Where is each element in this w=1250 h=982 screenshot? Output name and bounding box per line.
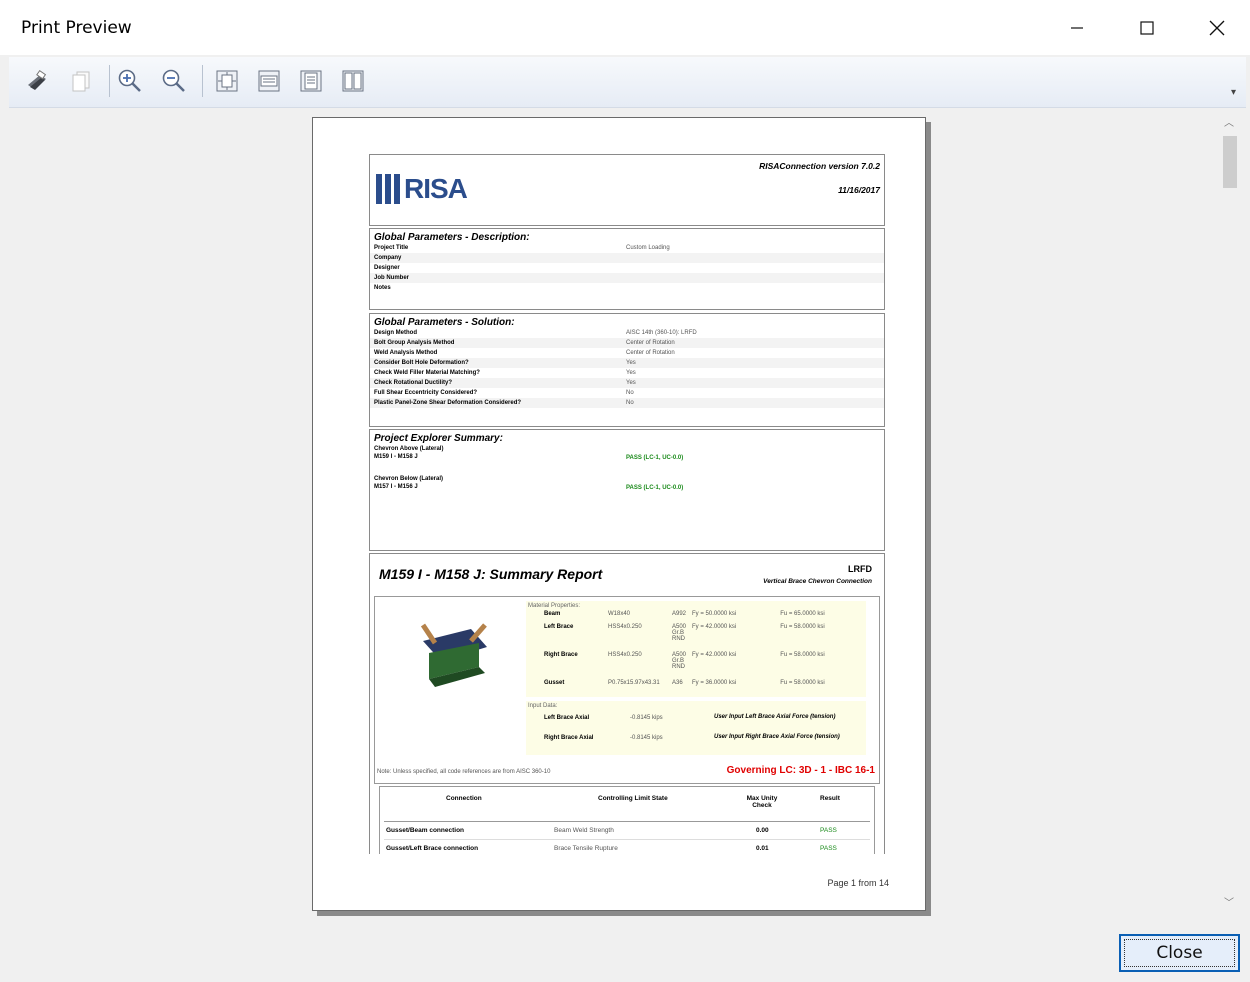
page-number: Page 1 from 14 [827, 878, 889, 888]
description-rows: Project Title Custom Loading Company Desi… [370, 243, 884, 293]
close-icon [1209, 20, 1225, 36]
report-page: RISA RISAConnection version 7.0.2 11/16/… [312, 117, 926, 911]
results-header: Connection Controlling Limit State Max U… [384, 791, 870, 822]
toolbar-separator [109, 65, 110, 97]
fit-width-icon [258, 70, 280, 92]
solution-section: Global Parameters - Solution: Design Met… [369, 313, 885, 427]
zoom-in-icon [118, 69, 141, 92]
risa-logo: RISA [376, 173, 468, 205]
summary-method: LRFD [848, 564, 872, 574]
description-row: Company [370, 253, 884, 263]
minimize-icon [1071, 27, 1083, 29]
results-table: Connection Controlling Limit State Max U… [379, 786, 875, 854]
copy-button[interactable] [67, 67, 95, 95]
material-row: Right Brace HSS4x0.250 A500 Gr.B RND Fy … [544, 652, 825, 670]
material-row: Beam W18x40 A992 Fy = 50.0000 ksi Fu = 6… [544, 611, 825, 617]
explorer-group: Chevron Below (Lateral) M157 I - M156 J … [374, 476, 684, 491]
maximize-button[interactable] [1124, 8, 1170, 48]
description-row: Job Number [370, 273, 884, 283]
explorer-group: Chevron Above (Lateral) M159 I - M158 J … [374, 446, 684, 461]
close-window-button[interactable] [1194, 8, 1240, 48]
risa-logo-mark-icon [376, 174, 400, 204]
connection-3d-model-image [420, 623, 487, 687]
report-version: RISAConnection version 7.0.2 [759, 161, 880, 171]
summary-type: Vertical Brace Chevron Connection [763, 578, 872, 585]
material-row: Left Brace HSS4x0.250 A500 Gr.B RND Fy =… [544, 624, 825, 642]
print-button[interactable] [23, 67, 51, 95]
zoom-out-icon [162, 69, 185, 92]
maximize-icon [1140, 21, 1154, 35]
fit-page-icon [216, 70, 238, 92]
risa-logo-text: RISA [404, 173, 468, 204]
zoom-out-button[interactable] [160, 67, 188, 95]
toolbar: ▾ [9, 57, 1246, 108]
scroll-down-icon[interactable]: ﹀ [1224, 894, 1234, 909]
solution-row: Bolt Group Analysis Method Center of Rota… [370, 338, 884, 348]
solution-row: Consider Bolt Hole Deformation? Yes [370, 358, 884, 368]
solution-row: Check Weld Filler Material Matching? Yes [374, 370, 636, 376]
description-row: Project Title Custom Loading [374, 245, 670, 251]
copy-icon [72, 71, 90, 92]
solution-row: Plastic Panel-Zone Shear Deformation Con… [370, 398, 884, 408]
title-bar: Print Preview [0, 0, 1250, 55]
explorer-heading: Project Explorer Summary: [374, 433, 503, 444]
print-icon [28, 69, 47, 90]
toolbar-separator [202, 65, 203, 97]
minimize-button[interactable] [1054, 8, 1100, 48]
input-data: Input Data: Left Brace Axial -0.8145 kip… [526, 701, 866, 755]
summary-title: M159 I - M158 J: Summary Report [379, 566, 603, 582]
two-page-icon [342, 70, 364, 92]
fit-width-button[interactable] [255, 67, 283, 95]
solution-rows: Design Method AISC 14th (360-10): LRFD Bo… [370, 328, 884, 408]
close-button-label: Close [1156, 943, 1203, 963]
solution-row: Check Rotational Ductility? Yes [370, 378, 884, 388]
explorer-section: Project Explorer Summary: Chevron Above … [369, 429, 885, 551]
close-button[interactable]: Close [1119, 934, 1240, 972]
solution-row: Weld Analysis Method Center of Rotation [374, 350, 675, 356]
solution-heading: Global Parameters - Solution: [374, 317, 515, 328]
two-page-button[interactable] [339, 67, 367, 95]
pass-result: PASS (LC-1, UC-0.0) [626, 455, 684, 461]
report-date: 11/16/2017 [838, 185, 880, 195]
solution-row: Full Shear Eccentricity Considered? No [374, 390, 634, 396]
report-header: RISA RISAConnection version 7.0.2 11/16/… [369, 154, 885, 226]
pass-result: PASS (LC-1, UC-0.0) [626, 485, 684, 491]
vertical-scrollbar[interactable]: ︿ ﹀ [1220, 108, 1240, 918]
solution-row: Design Method AISC 14th (360-10): LRFD [374, 330, 697, 336]
scroll-up-icon[interactable]: ︿ [1224, 114, 1234, 129]
material-row: Gusset P0.75x15.97x43.31 A36 Fy = 36.000… [544, 680, 825, 686]
description-row: Designer [374, 265, 400, 271]
window-title: Print Preview [21, 18, 132, 38]
code-reference-note: Note: Unless specified, all code referen… [377, 769, 551, 775]
description-heading: Global Parameters - Description: [374, 232, 530, 243]
results-row: Gusset/Left Brace connection Brace Tensi… [386, 845, 837, 852]
single-page-icon [300, 70, 322, 92]
toolbar-overflow-icon[interactable]: ▾ [1231, 87, 1236, 98]
material-properties: Material Properties: Beam W18x40 A992 Fy… [526, 601, 866, 697]
description-row: Notes [374, 285, 391, 291]
scroll-thumb[interactable] [1223, 136, 1237, 188]
description-section: Global Parameters - Description: Project… [369, 228, 885, 310]
single-page-button[interactable] [297, 67, 325, 95]
governing-lc: Governing LC: 3D - 1 - IBC 16-1 [726, 765, 875, 776]
results-row: Gusset/Beam connection Beam Weld Strengt… [384, 823, 870, 840]
summary-details-box: Material Properties: Beam W18x40 A992 Fy… [374, 596, 880, 784]
summary-report: M159 I - M158 J: Summary Report LRFD Ver… [369, 553, 885, 854]
zoom-in-button[interactable] [116, 67, 144, 95]
fit-page-button[interactable] [213, 67, 241, 95]
